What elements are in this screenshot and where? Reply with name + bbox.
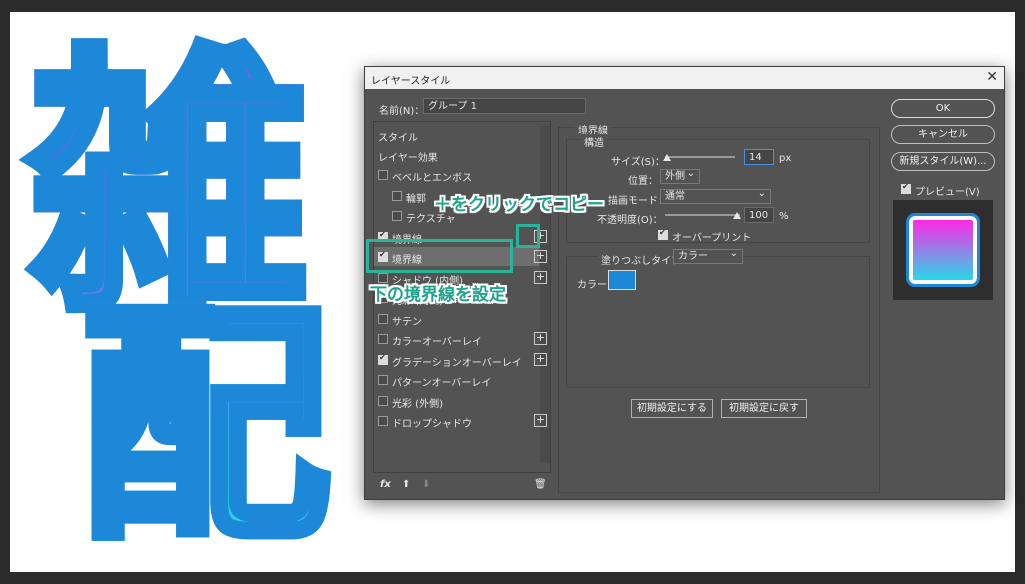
size-slider[interactable] [665, 156, 735, 158]
preview-checkbox[interactable]: プレビュー(V) [901, 179, 1001, 198]
ok-button[interactable]: OK [891, 99, 995, 118]
add-effect-plus-icon[interactable]: + [534, 250, 547, 263]
effect-label: 輪郭 [406, 193, 426, 205]
effect-row[interactable]: サテン [374, 309, 539, 328]
effect-label: グラデーションオーバーレイ [392, 357, 522, 369]
effect-label: ドロップシャドウ [392, 419, 472, 430]
effect-checkbox[interactable] [378, 170, 388, 180]
blend-mode-label: 描画モード： [608, 196, 668, 207]
add-effect-plus-icon[interactable]: + [534, 270, 547, 284]
annotation-plus-highlight [516, 224, 540, 248]
overprint-check[interactable] [658, 228, 668, 240]
annotation-row-highlight [366, 239, 513, 273]
effect-checkbox[interactable] [378, 313, 388, 324]
effect-label: サテン [392, 316, 422, 328]
opacity-label: 不透明度(O)： [597, 215, 663, 226]
fx-icon[interactable]: fx [380, 479, 391, 490]
opacity-input[interactable]: 100 [744, 207, 774, 223]
opacity-unit: % [779, 211, 789, 222]
overprint-checkbox[interactable]: オーバープリント [658, 225, 778, 244]
position-select[interactable]: 外側 [660, 167, 700, 184]
effect-checkbox[interactable] [378, 334, 388, 344]
effect-checkbox[interactable] [378, 353, 388, 365]
preview-check[interactable] [901, 182, 911, 194]
effect-checkbox[interactable] [392, 190, 402, 201]
list-footer: fx ⬆ ⬇ 🗑 [374, 475, 547, 494]
preview-label: プレビュー(V) [915, 187, 980, 198]
name-input[interactable]: グループ 1 [423, 98, 586, 114]
dialog-title: レイヤースタイル [371, 76, 451, 87]
structure-title: 構造 [581, 134, 607, 149]
size-unit: px [779, 153, 792, 164]
effect-checkbox[interactable] [378, 416, 388, 426]
fill-type-select[interactable]: カラー [673, 247, 743, 264]
blend-mode-select[interactable]: 通常 [660, 187, 771, 204]
move-down-icon[interactable]: ⬇ [422, 479, 430, 490]
effect-label: ベベルとエンボス [392, 173, 472, 184]
effect-label: パターンオーバーレイ [392, 378, 492, 389]
add-effect-plus-icon[interactable]: + [534, 414, 547, 427]
position-label: 位置： [628, 176, 658, 187]
effect-row[interactable]: グラデーションオーバーレイ + [374, 350, 547, 369]
size-label: サイズ(S)： [611, 157, 665, 168]
dialog-titlebar: レイヤースタイル ✕ [365, 67, 1004, 89]
new-style-button[interactable]: 新規スタイル(W)... [891, 152, 995, 171]
effect-label: カラーオーバーレイ [392, 337, 482, 348]
opacity-slider-thumb[interactable] [733, 212, 741, 219]
effect-row[interactable]: ベベルとエンボス [374, 165, 539, 184]
artwork-char-2: 配 [75, 281, 335, 572]
list-item-layer-effects[interactable]: レイヤー効果 [374, 145, 539, 164]
effect-row[interactable]: ドロップシャドウ + [374, 411, 547, 430]
effect-row[interactable]: 光彩 (外側) [374, 391, 539, 410]
style-preview-box [893, 200, 993, 300]
make-default-button[interactable]: 初期設定にする [631, 399, 713, 418]
cancel-button[interactable]: キャンセル [891, 125, 995, 144]
trash-icon[interactable]: 🗑 [534, 479, 547, 490]
effect-row[interactable]: パターンオーバーレイ [374, 370, 539, 389]
opacity-slider[interactable] [665, 214, 740, 216]
size-slider-thumb[interactable] [663, 154, 671, 161]
list-item-label: レイヤー効果 [378, 153, 438, 164]
reset-default-button[interactable]: 初期設定に戻す [721, 399, 807, 418]
add-effect-plus-icon[interactable]: + [534, 352, 547, 366]
effect-checkbox[interactable] [392, 211, 402, 221]
list-item-style[interactable]: スタイル [374, 125, 539, 144]
size-input[interactable]: 14 [744, 149, 774, 165]
overprint-label: オーバープリント [672, 233, 752, 244]
list-item-label: スタイル [378, 133, 418, 144]
close-icon[interactable]: ✕ [986, 69, 998, 85]
annotation-copy-text: ＋をクリックでコピー [434, 195, 604, 215]
effect-row[interactable]: カラーオーバーレイ + [374, 329, 547, 348]
name-label: 名前(N)： [379, 106, 425, 117]
annotation-set-text: 下の境界線を設定 [370, 285, 506, 305]
effect-checkbox[interactable] [378, 395, 388, 406]
move-up-icon[interactable]: ⬆ [402, 479, 410, 490]
effect-checkbox[interactable] [378, 375, 388, 385]
preview-swatch [906, 213, 980, 287]
effect-label: 光彩 (外側) [392, 398, 443, 410]
stroke-color-swatch[interactable] [608, 270, 636, 290]
add-effect-plus-icon[interactable]: + [534, 332, 547, 345]
